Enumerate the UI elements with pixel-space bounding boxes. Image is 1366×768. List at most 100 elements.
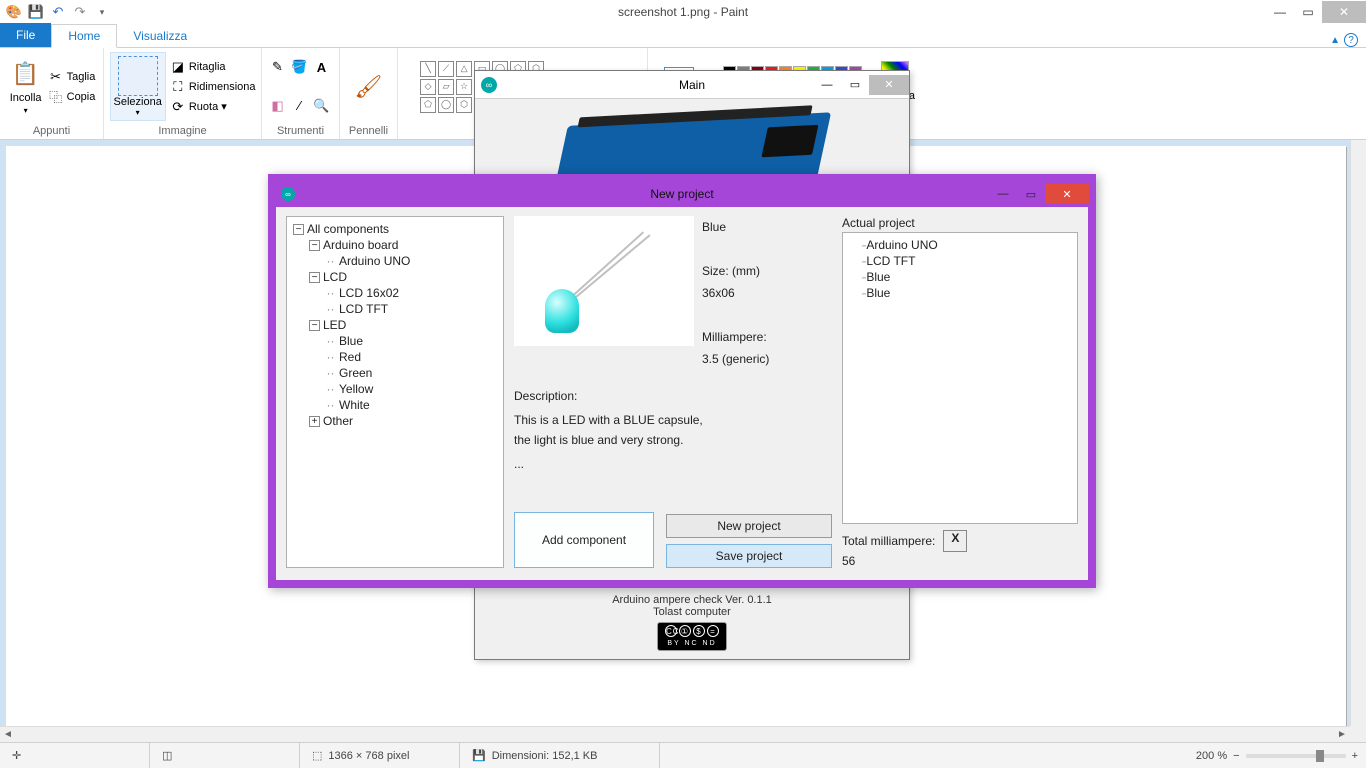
project-item[interactable]: LCD TFT — [861, 253, 1073, 269]
tree-arduino[interactable]: −Arduino board ··Arduino UNO — [309, 237, 499, 269]
tree-lcd[interactable]: −LCD ··LCD 16x02 ··LCD TFT — [309, 269, 499, 317]
tab-home[interactable]: Home — [51, 24, 117, 48]
tree-root-label: All components — [307, 222, 389, 236]
brushes-button[interactable]: 🖌 — [351, 69, 387, 105]
desc-line2: the light is blue and very strong. — [514, 430, 832, 450]
tree-led-green[interactable]: ··Green — [325, 365, 499, 381]
disk-icon: 💾 — [472, 749, 486, 762]
zoom-in-button[interactable]: + — [1352, 750, 1358, 762]
text-icon[interactable]: A — [314, 59, 330, 75]
main-title-bar[interactable]: ∞ Main — ▭ ✕ — [475, 71, 909, 99]
np-minimize-button[interactable]: — — [989, 184, 1017, 204]
crop-button[interactable]: ◪Ritaglia — [170, 58, 256, 76]
np-title-bar[interactable]: ∞ New project — ▭ ✕ — [275, 181, 1089, 207]
tree-root[interactable]: −All components −Arduino board ··Arduino… — [293, 221, 499, 429]
tab-file[interactable]: File — [0, 23, 51, 47]
np-app-icon: ∞ — [281, 187, 295, 201]
desc-line3: ... — [514, 454, 832, 474]
project-list[interactable]: Arduino UNO LCD TFT Blue Blue — [842, 232, 1078, 524]
status-cursor: ✛ — [0, 743, 150, 768]
tree-arduino-label: Arduino board — [323, 238, 398, 252]
maximize-button[interactable]: ▭ — [1294, 1, 1322, 23]
paste-button[interactable]: 📋 Incolla ▾ — [8, 56, 44, 117]
vertical-scrollbar[interactable] — [1350, 140, 1366, 726]
tree-led[interactable]: −LED ··Blue ··Red ··Green ··Yellow ··Whi… — [309, 317, 499, 413]
tab-view[interactable]: Visualizza — [117, 25, 203, 47]
project-item[interactable]: Arduino UNO — [861, 237, 1073, 253]
new-project-button[interactable]: New project — [666, 514, 832, 538]
main-close-button[interactable]: ✕ — [869, 75, 909, 95]
group-clipboard: 📋 Incolla ▾ ✂Taglia ⿻Copia Appunti — [0, 48, 104, 139]
add-component-label: Add component — [542, 533, 626, 547]
tree-lcd-16x02[interactable]: ··LCD 16x02 — [325, 285, 499, 301]
zoom-icon[interactable]: 🔍 — [314, 98, 330, 114]
main-maximize-button[interactable]: ▭ — [841, 75, 869, 95]
pencil-icon[interactable]: ✎ — [270, 59, 286, 75]
np-maximize-button[interactable]: ▭ — [1017, 184, 1045, 204]
desc-line1: This is a LED with a BLUE capsule, — [514, 410, 832, 430]
save-icon[interactable]: 💾 — [28, 4, 44, 20]
help-icon[interactable]: ? — [1344, 33, 1358, 47]
main-app-icon: ∞ — [481, 77, 497, 93]
select-label: Seleziona — [114, 96, 162, 108]
cursor-icon: ✛ — [12, 749, 21, 762]
zoom-out-button[interactable]: − — [1233, 750, 1239, 762]
tree-lcd1-label: LCD 16x02 — [339, 286, 399, 300]
cc-license-badge: CC①$= BY NC ND — [657, 622, 727, 651]
project-label: Actual project — [842, 216, 1078, 230]
copy-button[interactable]: ⿻Copia — [48, 88, 96, 106]
tree-led-yellow[interactable]: ··Yellow — [325, 381, 499, 397]
rotate-button[interactable]: ⟳Ruota ▾ — [170, 98, 256, 116]
save-project-button[interactable]: Save project — [666, 544, 832, 568]
main-footer: Arduino ampere check Ver. 0.1.1 Tolast c… — [475, 594, 909, 651]
picker-icon[interactable]: ⁄ — [292, 98, 308, 114]
horizontal-scrollbar[interactable]: ◄► — [0, 726, 1350, 742]
tree-lcd-tft[interactable]: ··LCD TFT — [325, 301, 499, 317]
redo-icon[interactable]: ↷ — [72, 4, 88, 20]
group-brushes-label: Pennelli — [349, 125, 388, 137]
select-button[interactable]: Seleziona ▾ — [110, 52, 166, 121]
total-label: Total milliampere: — [842, 534, 935, 548]
main-title: Main — [679, 78, 705, 92]
zoom-slider[interactable] — [1246, 754, 1346, 758]
paint-status-bar: ✛ ◫ ⬚1366 × 768 pixel 💾Dimensioni: 152,1… — [0, 742, 1366, 768]
minimize-button[interactable]: — — [1266, 1, 1294, 23]
component-fields: Blue Size: (mm) 36x06 Milliampere: 3.5 (… — [702, 216, 832, 370]
group-brushes: 🖌 Pennelli — [340, 48, 398, 139]
tree-led-blue[interactable]: ··Blue — [325, 333, 499, 349]
cut-icon: ✂ — [48, 69, 64, 85]
project-item[interactable]: Blue — [861, 269, 1073, 285]
tree-other[interactable]: +Other — [309, 413, 499, 429]
eraser-icon[interactable]: ◧ — [270, 98, 286, 114]
status-file-size: 💾 Dimensioni: 152,1 KB — [460, 743, 660, 768]
cut-button[interactable]: ✂Taglia — [48, 68, 96, 86]
qat-dropdown-icon[interactable]: ▾ — [94, 4, 110, 20]
undo-icon[interactable]: ↶ — [50, 4, 66, 20]
ribbon-collapse-icon[interactable]: ▲ — [1330, 35, 1340, 46]
size-icon: ⬚ — [312, 749, 322, 762]
main-footer-line1: Arduino ampere check Ver. 0.1.1 — [475, 594, 909, 606]
tree-led-red[interactable]: ··Red — [325, 349, 499, 365]
main-footer-line2: Tolast computer — [475, 606, 909, 618]
tree-led-white[interactable]: ··White — [325, 397, 499, 413]
size-value: 36x06 — [702, 282, 832, 304]
resize-button[interactable]: ⛶Ridimensiona — [170, 78, 256, 96]
close-button[interactable]: ✕ — [1322, 1, 1366, 23]
paste-icon: 📋 — [10, 58, 42, 90]
np-close-button[interactable]: ✕ — [1045, 184, 1089, 204]
add-component-button[interactable]: Add component — [514, 512, 654, 568]
bucket-icon[interactable]: 🪣 — [292, 59, 308, 75]
group-image: Seleziona ▾ ◪Ritaglia ⛶Ridimensiona ⟳Ruo… — [104, 48, 262, 139]
file-size-text: Dimensioni: 152,1 KB — [492, 750, 598, 762]
project-item[interactable]: Blue — [861, 285, 1073, 301]
paint-ribbon-tabs: File Home Visualizza ▲ ? — [0, 24, 1366, 48]
component-tree[interactable]: −All components −Arduino board ··Arduino… — [286, 216, 504, 568]
project-item-label: Blue — [866, 270, 890, 284]
tree-led-white-label: White — [339, 398, 370, 412]
tree-arduino-uno[interactable]: ··Arduino UNO — [325, 253, 499, 269]
paste-label: Incolla — [10, 92, 42, 104]
remove-item-button[interactable]: X — [943, 530, 967, 552]
main-minimize-button[interactable]: — — [813, 75, 841, 95]
select-icon — [118, 56, 158, 96]
group-tools-label: Strumenti — [277, 125, 324, 137]
